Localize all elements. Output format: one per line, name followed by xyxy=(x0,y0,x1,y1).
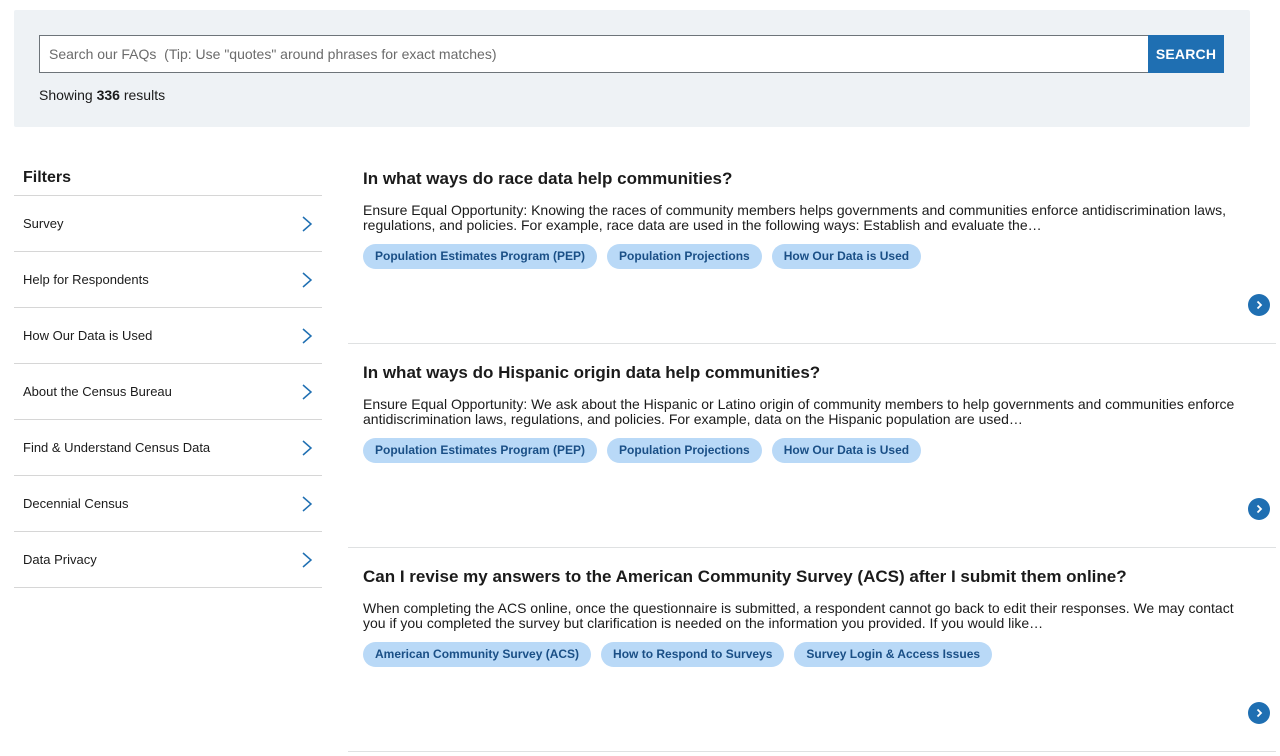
result-title[interactable]: In what ways do race data help communiti… xyxy=(363,168,1276,190)
search-button[interactable]: SEARCH xyxy=(1148,35,1224,73)
open-result-button[interactable] xyxy=(1248,294,1270,316)
tag-pill[interactable]: Population Estimates Program (PEP) xyxy=(363,438,598,463)
tag-pill[interactable]: American Community Survey (ACS) xyxy=(363,642,592,667)
open-result-button[interactable] xyxy=(1248,498,1270,520)
filter-label: How Our Data is Used xyxy=(23,328,153,343)
filters-sidebar: Filters Survey Help for Respondents How … xyxy=(14,160,322,588)
filter-item-survey[interactable]: Survey xyxy=(14,196,322,252)
tag-pill[interactable]: Population Estimates Program (PEP) xyxy=(363,244,598,269)
tag-pill[interactable]: How Our Data is Used xyxy=(771,244,922,269)
filter-item-help-for-respondents[interactable]: Help for Respondents xyxy=(14,252,322,308)
filter-label: About the Census Bureau xyxy=(23,384,172,399)
filter-item-decennial-census[interactable]: Decennial Census xyxy=(14,476,322,532)
filter-item-find-understand-census-data[interactable]: Find & Understand Census Data xyxy=(14,420,322,476)
search-panel: SEARCH Showing 336 results xyxy=(14,10,1250,127)
filter-label: Find & Understand Census Data xyxy=(23,440,211,455)
filter-label: Survey xyxy=(23,216,64,231)
tag-pill[interactable]: Population Projections xyxy=(607,244,762,269)
tag-pill[interactable]: Survey Login & Access Issues xyxy=(794,642,993,667)
search-input[interactable] xyxy=(39,35,1148,73)
tag-pill[interactable]: How Our Data is Used xyxy=(771,438,922,463)
results-prefix: Showing xyxy=(39,87,93,103)
chevron-right-icon xyxy=(302,439,313,456)
filter-label: Data Privacy xyxy=(23,552,97,567)
open-result-button[interactable] xyxy=(1248,702,1270,724)
arrow-right-circle-icon xyxy=(1256,708,1263,718)
filter-label: Decennial Census xyxy=(23,496,129,511)
arrow-right-circle-icon xyxy=(1256,300,1263,310)
chevron-right-icon xyxy=(302,495,313,512)
results-count: Showing 336 results xyxy=(39,87,165,103)
tag-pill[interactable]: How to Respond to Surveys xyxy=(601,642,785,667)
result-item: In what ways do Hispanic origin data hel… xyxy=(348,344,1276,548)
chevron-right-icon xyxy=(302,215,313,232)
result-title[interactable]: Can I revise my answers to the American … xyxy=(363,566,1276,588)
chevron-right-icon xyxy=(302,551,313,568)
result-snippet: Ensure Equal Opportunity: We ask about t… xyxy=(363,396,1235,427)
results-number: 336 xyxy=(96,87,120,103)
filter-label: Help for Respondents xyxy=(23,272,149,287)
results-suffix: results xyxy=(123,87,166,103)
result-item: In what ways do race data help communiti… xyxy=(348,150,1276,344)
filter-item-data-privacy[interactable]: Data Privacy xyxy=(14,532,322,588)
result-item: Can I revise my answers to the American … xyxy=(348,548,1276,752)
filter-item-about-the-census-bureau[interactable]: About the Census Bureau xyxy=(14,364,322,420)
result-snippet: Ensure Equal Opportunity: Knowing the ra… xyxy=(363,202,1226,233)
result-tags: American Community Survey (ACS) How to R… xyxy=(363,642,1276,667)
search-row: SEARCH xyxy=(39,35,1224,73)
chevron-right-icon xyxy=(302,383,313,400)
result-snippet: When completing the ACS online, once the… xyxy=(363,600,1234,631)
result-title[interactable]: In what ways do Hispanic origin data hel… xyxy=(363,362,1276,384)
tag-pill[interactable]: Population Projections xyxy=(607,438,762,463)
result-tags: Population Estimates Program (PEP) Popul… xyxy=(363,244,1276,269)
result-tags: Population Estimates Program (PEP) Popul… xyxy=(363,438,1276,463)
filters-title: Filters xyxy=(14,160,322,196)
filter-item-how-our-data-is-used[interactable]: How Our Data is Used xyxy=(14,308,322,364)
chevron-right-icon xyxy=(302,271,313,288)
arrow-right-circle-icon xyxy=(1256,504,1263,514)
chevron-right-icon xyxy=(302,327,313,344)
results-list: In what ways do race data help communiti… xyxy=(348,150,1276,752)
